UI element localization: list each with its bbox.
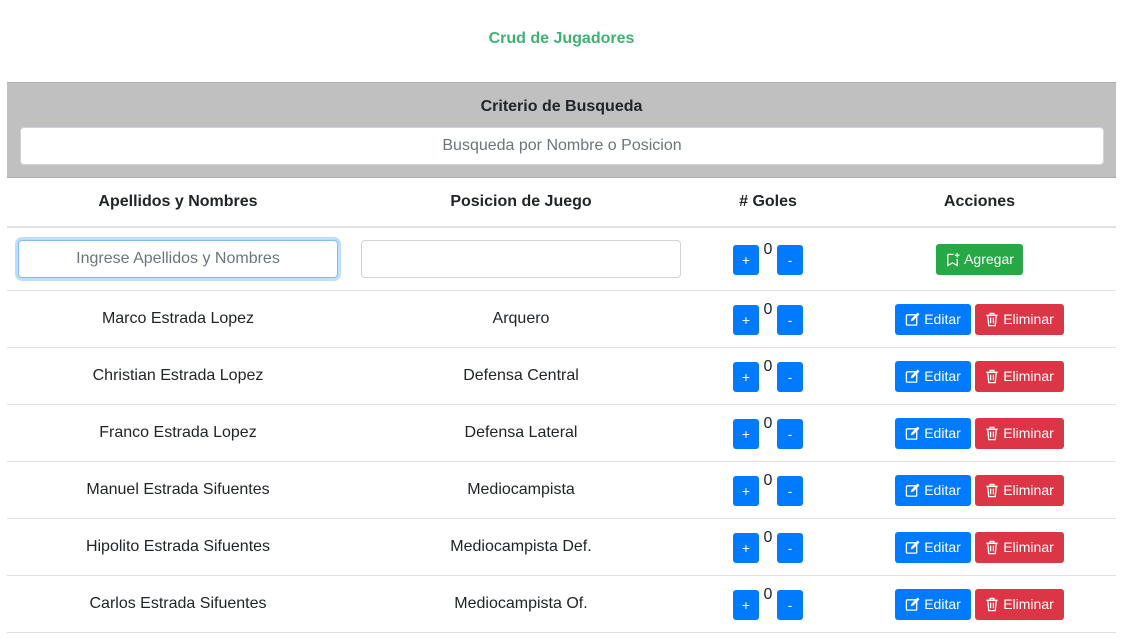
decrement-goal-button[interactable]: - [777,590,803,620]
pencil-square-icon [905,425,920,441]
add-button[interactable]: Agregar [936,243,1023,275]
goal-stepper: + 0 - [733,586,803,620]
delete-button-label: Eliminar [1003,368,1054,384]
delete-button[interactable]: Eliminar [975,588,1064,620]
decrement-goal-button[interactable]: - [777,245,803,275]
player-name: Marco Estrada Lopez [7,290,349,348]
pencil-square-icon [905,539,920,555]
player-position: Mediocampista Def. [349,518,693,576]
pencil-square-icon [905,482,920,498]
delete-button-label: Eliminar [1003,311,1054,327]
edit-button[interactable]: Editar [895,303,971,335]
edit-button[interactable]: Editar [895,588,971,620]
goal-stepper: + 0 - [733,241,803,275]
decrement-goal-button[interactable]: - [777,362,803,392]
page-title: Crud de Jugadores [488,30,635,47]
trash-icon [985,597,999,612]
goal-stepper: + 0 - [733,529,803,563]
edit-button-label: Editar [924,425,961,441]
player-position: Mediocampista [349,461,693,519]
edit-button[interactable]: Editar [895,360,971,392]
edit-button-label: Editar [924,311,961,327]
table-row: Marco Estrada Lopez Arquero + 0 - Editar… [7,290,1116,348]
header-position: Posicion de Juego [349,178,693,228]
player-position: Mediocampista Of. [349,575,693,633]
header-actions: Acciones [843,178,1116,228]
trash-icon [985,312,999,327]
increment-goal-button[interactable]: + [733,533,759,563]
table-row: Franco Estrada Lopez Defensa Lateral + 0… [7,404,1116,462]
goal-count: 0 [763,415,773,432]
search-label: Criterio de Busqueda [480,98,643,115]
table-row: Christian Estrada Lopez Defensa Central … [7,347,1116,405]
header-name: Apellidos y Nombres [7,178,349,228]
pencil-square-icon [905,311,920,327]
table-header-row: Apellidos y Nombres Posicion de Juego # … [7,178,1116,228]
position-input[interactable] [361,240,681,278]
table-row: Hipolito Estrada Sifuentes Mediocampista… [7,518,1116,576]
delete-button[interactable]: Eliminar [975,303,1064,335]
edit-button-label: Editar [924,482,961,498]
search-panel: Criterio de Busqueda [7,82,1116,178]
trash-icon [985,540,999,555]
table-row: Manuel Estrada Sifuentes Mediocampista +… [7,461,1116,519]
player-name: Carlos Estrada Sifuentes [7,575,349,633]
edit-button[interactable]: Editar [895,531,971,563]
player-name: Franco Estrada Lopez [7,404,349,462]
player-position: Defensa Central [349,347,693,405]
decrement-goal-button[interactable]: - [777,305,803,335]
player-position: Arquero [349,290,693,348]
goal-count: 0 [763,586,773,603]
player-name: Christian Estrada Lopez [7,347,349,405]
pencil-square-icon [905,596,920,612]
delete-button[interactable]: Eliminar [975,531,1064,563]
goal-count: 0 [763,301,773,318]
increment-goal-button[interactable]: + [733,305,759,335]
increment-goal-button[interactable]: + [733,245,759,275]
trash-icon [985,483,999,498]
table-row: Carlos Estrada Sifuentes Mediocampista O… [7,575,1116,633]
decrement-goal-button[interactable]: - [777,533,803,563]
goal-count: 0 [763,529,773,546]
increment-goal-button[interactable]: + [733,590,759,620]
delete-button[interactable]: Eliminar [975,417,1064,449]
delete-button-label: Eliminar [1003,425,1054,441]
delete-button[interactable]: Eliminar [975,360,1064,392]
goal-count: 0 [763,241,773,258]
player-name: Hipolito Estrada Sifuentes [7,518,349,576]
goal-count: 0 [763,472,773,489]
goal-count: 0 [763,358,773,375]
delete-button-label: Eliminar [1003,539,1054,555]
delete-button[interactable]: Eliminar [975,474,1064,506]
increment-goal-button[interactable]: + [733,419,759,449]
edit-button[interactable]: Editar [895,417,971,449]
decrement-goal-button[interactable]: - [777,476,803,506]
edit-button-label: Editar [924,596,961,612]
increment-goal-button[interactable]: + [733,362,759,392]
bookmark-plus-icon [945,252,960,267]
goal-stepper: + 0 - [733,301,803,335]
goal-stepper: + 0 - [733,415,803,449]
trash-icon [985,426,999,441]
player-position: Defensa Lateral [349,404,693,462]
new-player-row: + 0 - Agregar [7,227,1116,291]
delete-button-label: Eliminar [1003,596,1054,612]
edit-button-label: Editar [924,368,961,384]
name-input[interactable] [18,240,338,278]
trash-icon [985,369,999,384]
search-input[interactable] [20,127,1104,165]
players-table: Apellidos y Nombres Posicion de Juego # … [7,178,1116,633]
pencil-square-icon [905,368,920,384]
goal-stepper: + 0 - [733,358,803,392]
edit-button-label: Editar [924,539,961,555]
increment-goal-button[interactable]: + [733,476,759,506]
edit-button[interactable]: Editar [895,474,971,506]
player-name: Manuel Estrada Sifuentes [7,461,349,519]
decrement-goal-button[interactable]: - [777,419,803,449]
header-goals: # Goles [693,178,843,228]
delete-button-label: Eliminar [1003,482,1054,498]
goal-stepper: + 0 - [733,472,803,506]
add-button-label: Agregar [964,251,1014,267]
